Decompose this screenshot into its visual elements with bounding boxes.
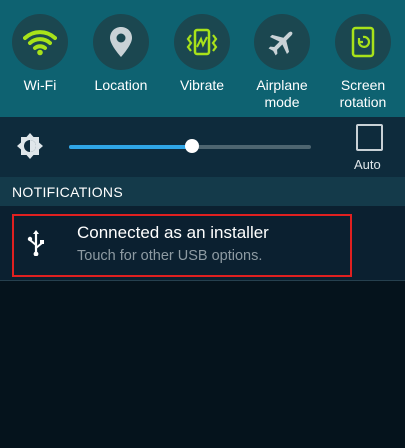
vibrate-toggle-circle[interactable] bbox=[174, 14, 230, 70]
wifi-label: Wi-Fi bbox=[23, 77, 57, 93]
screen-rotation-toggle-circle[interactable] bbox=[335, 14, 391, 70]
location-toggle[interactable]: Location bbox=[81, 14, 161, 114]
screen-rotation-label: Screen rotation bbox=[339, 77, 387, 110]
screen-rotation-toggle[interactable]: Screen rotation bbox=[323, 14, 403, 114]
auto-brightness-checkbox[interactable] bbox=[356, 124, 383, 151]
vibrate-icon bbox=[186, 28, 218, 56]
wifi-icon bbox=[23, 30, 57, 56]
airplane-icon bbox=[268, 31, 293, 56]
notifications-header: NOTIFICATIONS bbox=[0, 177, 405, 206]
airplane-mode-toggle-circle[interactable] bbox=[254, 14, 310, 70]
vibrate-toggle[interactable]: Vibrate bbox=[162, 14, 242, 114]
auto-brightness-label: Auto bbox=[354, 157, 381, 172]
brightness-slider[interactable] bbox=[69, 139, 311, 153]
location-icon bbox=[110, 27, 132, 57]
wifi-toggle[interactable]: Wi-Fi bbox=[0, 14, 80, 114]
quick-settings-panel: Wi-Fi Location Vibrate Airplane mode Scr… bbox=[0, 0, 405, 117]
notifications-title: NOTIFICATIONS bbox=[12, 184, 123, 200]
location-label: Location bbox=[94, 77, 148, 93]
empty-notification-area bbox=[0, 281, 405, 448]
airplane-mode-toggle[interactable]: Airplane mode bbox=[242, 14, 322, 114]
location-toggle-circle[interactable] bbox=[93, 14, 149, 70]
brightness-slider-fill bbox=[69, 145, 193, 149]
wifi-toggle-circle[interactable] bbox=[12, 14, 68, 70]
screen-rotation-icon bbox=[351, 26, 375, 58]
airplane-mode-label: Airplane mode bbox=[256, 77, 308, 110]
brightness-icon bbox=[17, 133, 43, 159]
notification-highlight-box bbox=[12, 214, 352, 277]
vibrate-label: Vibrate bbox=[179, 77, 225, 93]
